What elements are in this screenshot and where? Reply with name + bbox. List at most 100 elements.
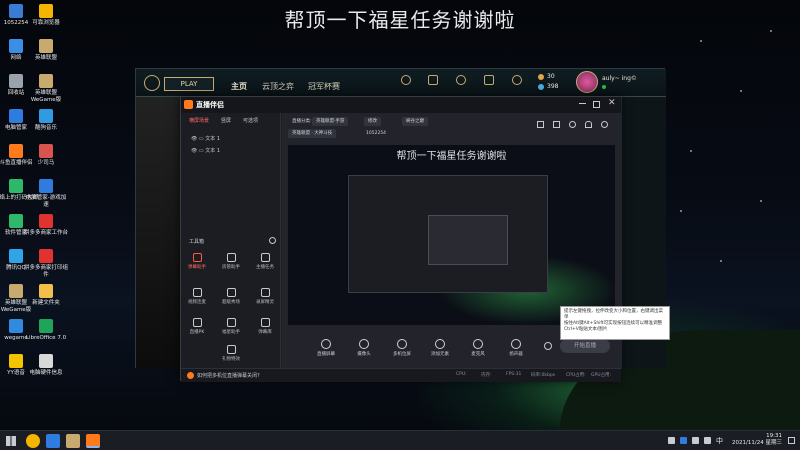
close-icon[interactable]: ✕ [608, 98, 616, 108]
app-taskbar-icon[interactable] [46, 434, 60, 448]
tab-options[interactable]: 可选项 [243, 117, 258, 124]
tool-danmu[interactable]: 弹幕助手 [187, 253, 207, 270]
desktop-icon[interactable]: LibreOffice 7.0 [24, 319, 68, 342]
desktop-icon[interactable]: 可靠浏览器 [24, 4, 68, 27]
tooltip: 提示左键拖拽，拉伸改变大小和位置，右键调出菜单 按住Alt键Alt+Shift可… [560, 306, 670, 340]
app-icon [39, 4, 53, 18]
category-select[interactable]: 英雄联盟·手游 [312, 117, 349, 126]
tools-more-icon[interactable] [269, 237, 276, 244]
speaker-button[interactable]: 扬声器 [502, 339, 530, 357]
header-action-icon[interactable] [569, 121, 576, 128]
desktop-icon[interactable]: 拼多多商家工作台 [24, 214, 68, 237]
desktop-icon[interactable]: 电脑硬件信息 [24, 354, 68, 377]
tool-fuxing[interactable]: 福星助手 [221, 318, 241, 335]
stream-preview[interactable]: 帮顶一下福星任务谢谢啦 [288, 145, 615, 325]
settings-icon[interactable] [544, 342, 552, 350]
scene-item[interactable]: 👁 ▭ 文本 1 [191, 135, 220, 142]
screen-capture-button[interactable]: 直播屏幕 [312, 339, 340, 357]
add-element-button[interactable]: 添加元素 [426, 339, 454, 357]
desktop-icon[interactable]: 少司马 [24, 144, 68, 167]
status-bar: 如何把多机位直播弹幕关闭? CPU: 内存: FPS:31 码率:0kbps C… [181, 368, 621, 382]
app-name: 直播伴侣 [196, 101, 224, 109]
tray-icon[interactable] [668, 437, 675, 444]
bottom-tip-link[interactable]: 如何把多机位直播弹幕关闭? [197, 372, 260, 379]
pk-icon [192, 318, 202, 327]
add-icon [435, 339, 445, 349]
lol-shortcut-icon[interactable] [456, 75, 466, 85]
header-action-icon[interactable] [553, 121, 560, 128]
app-icon [9, 249, 23, 263]
tool-pk[interactable]: 直播PK [187, 318, 207, 335]
tab-landscape[interactable]: 横屏场景 [189, 117, 209, 124]
lol-nav-worlds[interactable]: 冠军杯赛 [308, 81, 340, 92]
lol-shortcut-icon[interactable] [484, 75, 494, 85]
app-icon [39, 144, 53, 158]
tab-portrait[interactable]: 竖屏 [221, 117, 231, 124]
desktop-icon[interactable]: 酷狗音乐 [24, 109, 68, 132]
volume-icon[interactable] [704, 437, 711, 444]
notification-icon[interactable] [788, 437, 795, 444]
app-icon [9, 319, 23, 333]
edit-category-button[interactable]: 修改 [364, 117, 381, 126]
bell-icon[interactable] [585, 121, 592, 128]
lol-nav-tft[interactable]: 云顶之弈 [262, 81, 294, 92]
stream-companion-window[interactable]: 直播伴侣 ✕ 横屏场景 竖屏 可选项 👁 ▭ 文本 1 👁 ▭ 文本 1 工具箱… [180, 96, 621, 382]
network-icon[interactable] [692, 437, 699, 444]
clock[interactable]: 19:31 2021/11/24 星期三 [732, 433, 782, 447]
status-cpu-usage: CPU占用: [566, 373, 586, 378]
download-icon [226, 288, 236, 297]
app-icon [9, 354, 23, 368]
app-icon [9, 144, 23, 158]
start-icon[interactable] [6, 436, 16, 446]
scene-label: 文本 1 [205, 136, 221, 142]
tools-header: 工具箱 [189, 239, 205, 245]
minimize-icon[interactable] [579, 103, 586, 104]
tool-room-admin[interactable]: 房管助手 [221, 253, 241, 270]
clock-time: 19:31 [766, 433, 782, 439]
player-name: auly~ ing© [602, 75, 637, 82]
browser-taskbar-icon[interactable] [26, 434, 40, 448]
share-icon[interactable] [601, 121, 608, 128]
nested-window-inner [428, 215, 508, 265]
desktop-icon[interactable]: 英雄联盟 [24, 39, 68, 62]
title-bar: 直播伴侣 ✕ [181, 97, 621, 113]
lol-shortcut-icon[interactable] [512, 75, 522, 85]
task-icon [260, 253, 270, 262]
header-action-icon[interactable] [537, 121, 544, 128]
stream-taskbar-icon[interactable] [86, 434, 100, 448]
desktop-icon[interactable]: 电脑管家-游戏加速 [24, 179, 68, 209]
play-button[interactable]: PLAY [164, 77, 214, 91]
status-mem: 内存: [481, 373, 492, 378]
tool-gift[interactable]: 礼物特效 [221, 345, 241, 362]
tool-record[interactable]: 录屏精灵 [255, 288, 275, 305]
multi-cam-button[interactable]: 多机位屏 [388, 339, 416, 357]
start-stream-button[interactable]: 开始直播 [560, 339, 610, 353]
mic-button[interactable]: 麦克风 [464, 339, 492, 357]
lol-shortcut-icon[interactable] [428, 75, 438, 85]
lol-shortcut-icon[interactable] [401, 75, 411, 85]
app-icon [39, 74, 53, 88]
desktop-icon[interactable]: 拼多多商家打印组件 [24, 249, 68, 279]
tool-show[interactable]: 超级秀场 [221, 288, 241, 305]
ime-indicator[interactable]: 中 [716, 436, 723, 446]
maximize-icon[interactable] [593, 101, 600, 108]
tool-danmu-lib[interactable]: 弹幕库 [255, 318, 275, 335]
preview-title: 帮顶一下福星任务谢谢啦 [396, 151, 507, 162]
tray-icon[interactable] [680, 437, 687, 444]
camera-icon [359, 339, 369, 349]
lol-champion-art [136, 97, 181, 369]
desktop-icon[interactable]: 英雄联盟 WeGame版 [24, 74, 68, 104]
game-tag[interactable]: 英雄联盟 · 大神斗技 [288, 129, 337, 138]
lol-taskbar-icon[interactable] [66, 434, 80, 448]
tool-link-mic[interactable]: 视频连麦 [187, 288, 207, 305]
link-tag[interactable]: 峡谷之巅 [402, 117, 428, 126]
scene-item[interactable]: 👁 ▭ 文本 1 [191, 147, 220, 154]
avatar[interactable] [576, 71, 598, 93]
be-count: 398 [547, 83, 559, 90]
lol-nav-home[interactable]: 主页 [231, 81, 247, 92]
desktop-icon-label: 可靠浏览器 [32, 20, 60, 26]
tool-task[interactable]: 主播任务 [255, 253, 275, 270]
camera-button[interactable]: 摄像头 [350, 339, 378, 357]
speaker-icon[interactable] [187, 372, 194, 379]
desktop-icon[interactable]: 新建文件夹 [24, 284, 68, 307]
